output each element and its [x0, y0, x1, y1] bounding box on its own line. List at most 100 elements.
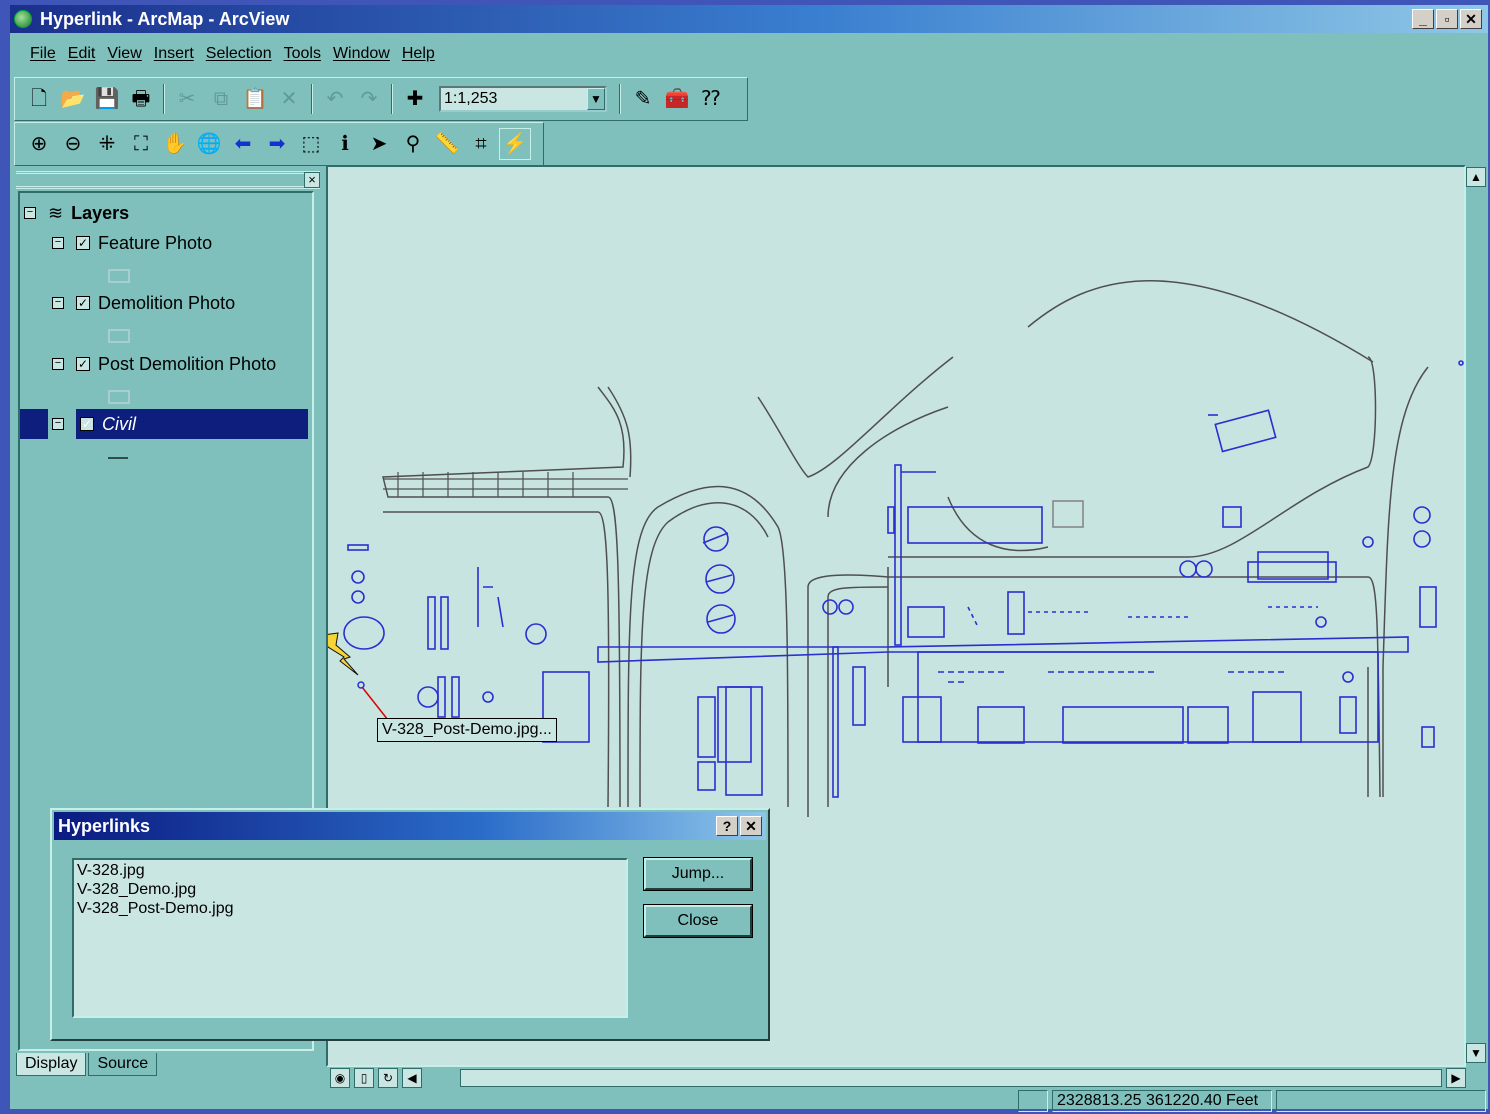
collapse-icon[interactable]: −: [52, 358, 64, 370]
layer-post-demolition-photo[interactable]: − ✓ Post Demolition Photo: [52, 350, 276, 378]
tank: [525, 623, 547, 645]
layer-visibility-checkbox[interactable]: ✓: [76, 236, 90, 250]
map-scale-combobox[interactable]: 1:1,253 ▼: [439, 86, 607, 112]
list-item[interactable]: V-328_Demo.jpg: [77, 880, 623, 899]
layer-demolition-photo[interactable]: − ✓ Demolition Photo: [52, 289, 235, 317]
layer-visibility-checkbox[interactable]: ✓: [76, 357, 90, 371]
map-vertical-scrollbar[interactable]: ▲ ▼: [1466, 165, 1488, 1067]
list-item[interactable]: V-328.jpg: [77, 861, 623, 880]
building: [1419, 586, 1437, 628]
selected-layer-highlight: ✓ Civil: [76, 409, 308, 439]
scroll-up-icon[interactable]: ▲: [1466, 167, 1486, 187]
menu-selection[interactable]: Selection: [200, 45, 278, 63]
layer-symbol[interactable]: [108, 390, 130, 404]
list-item[interactable]: V-328_Post-Demo.jpg: [77, 899, 623, 918]
fixed-zoom-out-icon[interactable]: ⛶: [125, 128, 157, 160]
layer-feature-photo[interactable]: − ✓ Feature Photo: [52, 229, 212, 257]
hyperlink-target-feature[interactable]: [357, 681, 365, 689]
collapse-icon[interactable]: −: [24, 207, 36, 219]
collapse-icon[interactable]: −: [52, 237, 64, 249]
building: [697, 761, 716, 791]
menu-view[interactable]: View: [101, 45, 147, 63]
scroll-track[interactable]: [460, 1069, 1442, 1087]
print-icon[interactable]: 🖶: [125, 83, 157, 115]
arctoolbox-icon[interactable]: 🧰: [661, 83, 693, 115]
fixed-zoom-in-icon[interactable]: ⁜: [91, 128, 123, 160]
layer-symbol[interactable]: [108, 269, 130, 283]
forward-arrow-icon[interactable]: ➡: [261, 128, 293, 160]
maximize-button[interactable]: ▫: [1436, 9, 1458, 29]
tab-source[interactable]: Source: [88, 1053, 158, 1076]
layer-civil[interactable]: − ✓ Civil: [20, 409, 308, 439]
select-elements-icon[interactable]: ⬚: [295, 128, 327, 160]
full-extent-globe-icon[interactable]: 🌐: [193, 128, 225, 160]
zoom-out-icon[interactable]: ⊖: [57, 128, 89, 160]
menu-file[interactable]: File: [24, 45, 62, 63]
delete-icon[interactable]: ✕: [273, 83, 305, 115]
lightning-cursor-icon: [328, 632, 359, 676]
whats-this-help-icon[interactable]: ⁇: [695, 83, 727, 115]
scroll-left-icon[interactable]: ◀: [402, 1068, 422, 1088]
measure-icon[interactable]: 📏: [431, 128, 463, 160]
tank: [822, 599, 838, 615]
tank: [1195, 560, 1213, 578]
layer-label: Post Demolition Photo: [98, 353, 277, 374]
data-view-globe-icon[interactable]: ◉: [330, 1068, 350, 1088]
close-button[interactable]: ✕: [1460, 9, 1482, 29]
copy-icon[interactable]: ⧉: [205, 83, 237, 115]
close-dialog-button[interactable]: Close: [643, 904, 753, 938]
menu-insert[interactable]: Insert: [148, 45, 200, 63]
paste-icon[interactable]: 📋: [239, 83, 271, 115]
tree-root-layers[interactable]: − ≋ Layers: [24, 199, 129, 227]
tab-display[interactable]: Display: [16, 1053, 87, 1076]
minimize-button[interactable]: _: [1412, 9, 1434, 29]
layout-view-page-icon[interactable]: ▯: [354, 1068, 374, 1088]
editor-toolbar-icon[interactable]: ✎: [627, 83, 659, 115]
add-data-icon[interactable]: ✚: [399, 83, 431, 115]
process-area: [917, 651, 1379, 743]
layer-visibility-checkbox[interactable]: ✓: [76, 296, 90, 310]
cut-icon[interactable]: ✂: [171, 83, 203, 115]
dialog-close-x-button[interactable]: ✕: [740, 816, 762, 836]
go-to-xy-icon[interactable]: ⌗: [465, 128, 497, 160]
refresh-icon[interactable]: ↻: [378, 1068, 398, 1088]
open-folder-icon[interactable]: 📂: [57, 83, 89, 115]
menu-tools[interactable]: Tools: [278, 45, 327, 63]
scroll-down-icon[interactable]: ▼: [1466, 1043, 1486, 1063]
menu-edit[interactable]: Edit: [62, 45, 102, 63]
dialog-help-button[interactable]: ?: [716, 816, 738, 836]
toc-close-icon[interactable]: ×: [304, 172, 320, 188]
collapse-icon[interactable]: −: [52, 297, 64, 309]
identify-icon[interactable]: ℹ: [329, 128, 361, 160]
undo-icon[interactable]: ↶: [319, 83, 351, 115]
zoom-in-icon[interactable]: ⊕: [23, 128, 55, 160]
building: [1222, 506, 1242, 528]
hyperlink-lightning-icon[interactable]: ⚡: [499, 128, 531, 160]
layer-symbol[interactable]: [108, 457, 128, 459]
hyperlink-list[interactable]: V-328.jpg V-328_Demo.jpg V-328_Post-Demo…: [72, 858, 628, 1018]
toolbar-separator: [163, 84, 165, 114]
scroll-right-icon[interactable]: ▶: [1446, 1068, 1466, 1088]
layer-symbol[interactable]: [108, 329, 130, 343]
chevron-down-icon[interactable]: ▼: [587, 88, 605, 110]
new-document-icon[interactable]: 🗋: [23, 83, 55, 115]
menu-help[interactable]: Help: [396, 45, 441, 63]
back-arrow-icon[interactable]: ⬅: [227, 128, 259, 160]
building: [1007, 591, 1025, 635]
save-icon[interactable]: 💾: [91, 83, 123, 115]
select-pointer-icon[interactable]: ➤: [363, 128, 395, 160]
jump-button[interactable]: Jump...: [643, 857, 753, 891]
toolbar-separator: [311, 84, 313, 114]
window-title: Hyperlink - ArcMap - ArcView: [40, 9, 290, 29]
collapse-icon[interactable]: −: [52, 418, 64, 430]
pan-hand-icon[interactable]: ✋: [159, 128, 191, 160]
layer-visibility-checkbox[interactable]: ✓: [80, 417, 94, 431]
tank: [1413, 506, 1431, 524]
find-binoculars-icon[interactable]: ⚲: [397, 128, 429, 160]
menu-window[interactable]: Window: [327, 45, 396, 63]
hyperlinks-dialog: Hyperlinks ? ✕ V-328.jpg V-328_Demo.jpg …: [50, 808, 770, 1041]
layer-label: Feature Photo: [98, 232, 213, 253]
toc-grip[interactable]: ×: [16, 171, 320, 189]
equipment: [1257, 551, 1329, 580]
redo-icon[interactable]: ↷: [353, 83, 385, 115]
